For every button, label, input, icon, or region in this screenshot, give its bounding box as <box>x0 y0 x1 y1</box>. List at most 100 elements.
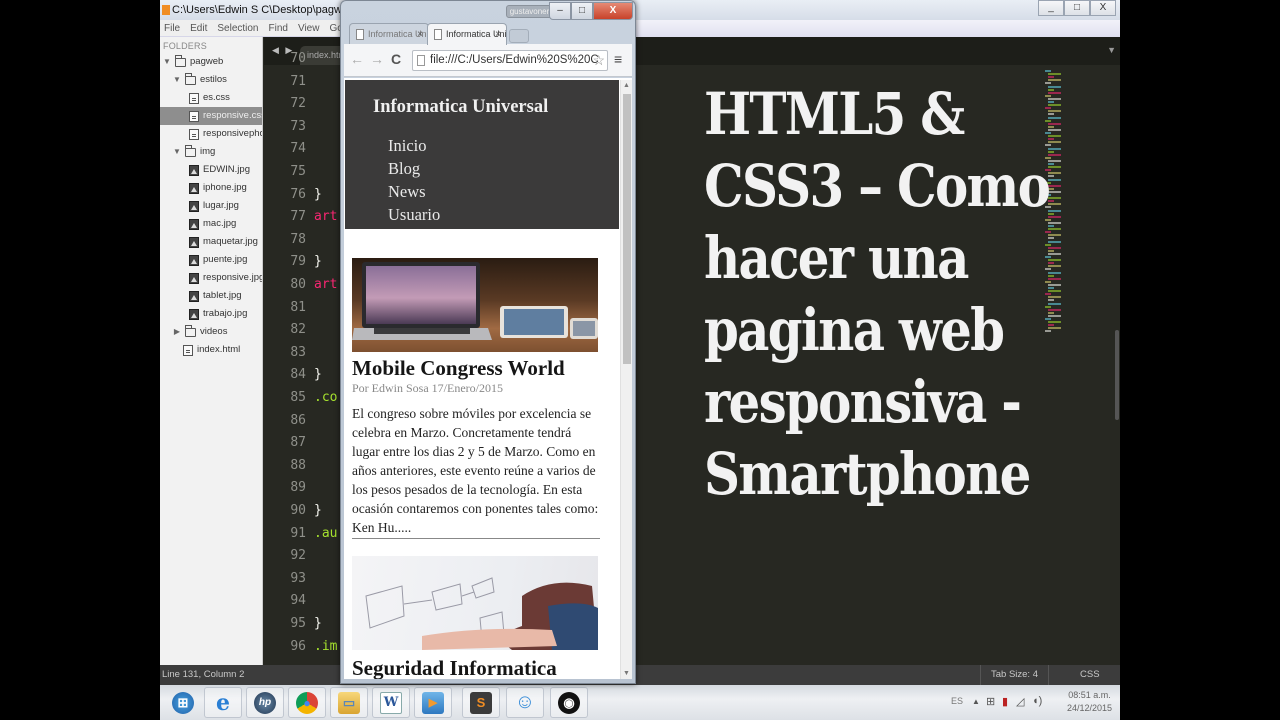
code-token: } <box>314 367 322 383</box>
tree-item-folder[interactable]: ▼ img <box>160 143 262 161</box>
network-warning-icon[interactable]: ▮ <box>1002 695 1008 708</box>
action-center-icon[interactable]: ⊞ <box>986 695 995 708</box>
editor-close-button[interactable]: X <box>1090 0 1116 16</box>
language-indicator[interactable]: ES <box>951 696 963 706</box>
browser-tab-2-active[interactable]: Informatica Universal × <box>427 23 507 45</box>
site-header: Informatica Universal Inicio Blog News U… <box>345 80 619 229</box>
taskbar-sublime[interactable]: S <box>462 687 500 718</box>
title-line: HTML5 & <box>704 80 965 148</box>
editor-scrollbar[interactable] <box>1115 330 1119 420</box>
tree-item-folder[interactable]: ▼ estilos <box>160 71 262 89</box>
syntax-indicator[interactable]: CSS <box>1080 665 1100 685</box>
article-title[interactable]: Mobile Congress World <box>352 356 600 381</box>
minimap-line <box>1048 262 1054 265</box>
taskbar-obs[interactable]: ◉ <box>550 687 588 718</box>
image-file-icon <box>189 201 199 212</box>
article-title[interactable]: Seguridad Informatica <box>352 656 600 679</box>
taskbar-media-player[interactable]: ▶ <box>414 687 452 718</box>
tree-item-image[interactable]: mac.jpg <box>160 215 262 233</box>
new-tab-button[interactable] <box>509 29 529 43</box>
clock[interactable]: 08:51 a.m. 24/12/2015 <box>1067 689 1112 715</box>
tree-item-image[interactable]: EDWIN.jpg <box>160 161 262 179</box>
page-scroll-thumb[interactable] <box>623 94 631 364</box>
tree-item-image[interactable]: iphone.jpg <box>160 179 262 197</box>
tree-item-file[interactable]: es.css <box>160 89 262 107</box>
chrome-icon: ● <box>296 691 318 714</box>
tab-dropdown-icon[interactable]: ▼ <box>1107 45 1116 55</box>
tree-item-image[interactable]: tablet.jpg <box>160 287 262 305</box>
minimap-line <box>1048 166 1061 169</box>
start-button[interactable]: ⊞ <box>164 687 202 718</box>
tree-item-image[interactable]: puente.jpg <box>160 251 262 269</box>
tree-item-image[interactable]: trabajo.jpg <box>160 305 262 323</box>
tab-size-indicator[interactable]: Tab Size: 4 <box>980 665 1049 685</box>
tab-close-icon[interactable]: × <box>495 24 501 45</box>
expanded-arrow-icon[interactable]: ▼ <box>173 143 181 161</box>
tree-item-folder[interactable]: ▼ pagweb <box>160 53 262 71</box>
minimap-line <box>1048 200 1054 203</box>
browser-tab-1[interactable]: Informatica Universal × <box>349 23 429 45</box>
tree-item-image[interactable]: responsive.jpg <box>160 269 262 287</box>
page-icon <box>434 29 442 40</box>
line-number: 95 <box>290 616 306 631</box>
show-hidden-icons[interactable]: ▲ <box>972 697 980 706</box>
file-icon <box>183 345 193 356</box>
tree-item-file[interactable]: index.html <box>160 341 262 359</box>
tree-item-folder[interactable]: ▶ videos <box>160 323 262 341</box>
menu-find[interactable]: Find <box>265 20 294 36</box>
chrome-menu-icon[interactable]: ≡ <box>614 51 622 67</box>
minimap-line <box>1048 221 1061 224</box>
volume-icon[interactable]: ◖) <box>1032 695 1042 707</box>
minimap-line <box>1048 259 1061 262</box>
nav-link-blog[interactable]: Blog <box>388 157 440 180</box>
editor-minimize-button[interactable]: _ <box>1038 0 1064 16</box>
taskbar-word[interactable]: W <box>372 687 410 718</box>
minimap-line <box>1048 163 1054 165</box>
minimap-line <box>1048 150 1054 153</box>
menu-selection[interactable]: Selection <box>213 20 264 36</box>
tab-close-icon[interactable]: × <box>417 24 423 45</box>
menu-edit[interactable]: Edit <box>186 20 213 36</box>
tree-item-file[interactable]: responsivephone.css <box>160 125 262 143</box>
minimap-line <box>1048 175 1054 178</box>
address-bar[interactable]: file:///C:/Users/Edwin%20S%20C ☆ <box>412 50 608 71</box>
scroll-up-arrow-icon[interactable]: ▲ <box>623 82 630 89</box>
minimap-line <box>1048 97 1061 100</box>
expanded-arrow-icon[interactable]: ▼ <box>163 53 171 71</box>
messenger-icon: ☺ <box>514 691 536 713</box>
browser-window-controls: – □ X <box>549 2 633 20</box>
taskbar-explorer[interactable]: ▭ <box>330 687 368 718</box>
minimap[interactable] <box>1045 70 1075 340</box>
taskbar-messenger[interactable]: ☺ <box>506 687 544 718</box>
nav-link-usuario[interactable]: Usuario <box>388 203 440 226</box>
editor-titlebar: C:\Users\Edwin S C\Desktop\pagweb\estilo… <box>160 0 1120 20</box>
tree-item-label: trabajo.jpg <box>203 308 248 319</box>
taskbar-ie[interactable]: e <box>204 687 242 718</box>
back-arrow-icon[interactable]: ← <box>350 51 364 67</box>
menu-file[interactable]: File <box>160 20 186 36</box>
taskbar-chrome[interactable]: ● <box>288 687 326 718</box>
nav-link-inicio[interactable]: Inicio <box>388 134 440 157</box>
browser-close-button[interactable]: X <box>593 2 633 20</box>
profile-badge[interactable]: gustavoner <box>506 5 553 18</box>
menu-view[interactable]: View <box>294 20 326 36</box>
collapsed-arrow-icon[interactable]: ▶ <box>173 323 181 341</box>
bookmark-star-icon[interactable]: ☆ <box>592 51 605 70</box>
signal-icon[interactable]: ◿ <box>1016 695 1024 708</box>
minimap-line <box>1048 252 1061 255</box>
reload-icon[interactable]: C <box>391 51 401 67</box>
forward-arrow-icon[interactable]: → <box>370 51 384 67</box>
browser-maximize-button[interactable]: □ <box>571 2 593 20</box>
taskbar-hp[interactable]: hp <box>246 687 284 718</box>
editor-maximize-button[interactable]: □ <box>1064 0 1090 16</box>
tree-item-label: pagweb <box>190 56 224 67</box>
tree-item-file[interactable]: responsive.css <box>160 107 262 125</box>
scroll-down-arrow-icon[interactable]: ▼ <box>623 670 630 677</box>
expanded-arrow-icon[interactable]: ▼ <box>173 71 181 89</box>
tree-item-image[interactable]: lugar.jpg <box>160 197 262 215</box>
browser-minimize-button[interactable]: – <box>549 2 571 20</box>
page-scrollbar[interactable]: ▲ ▼ <box>620 80 632 679</box>
tree-item-image[interactable]: maquetar.jpg <box>160 233 262 251</box>
obs-icon: ◉ <box>558 691 580 714</box>
nav-link-news[interactable]: News <box>388 180 440 203</box>
